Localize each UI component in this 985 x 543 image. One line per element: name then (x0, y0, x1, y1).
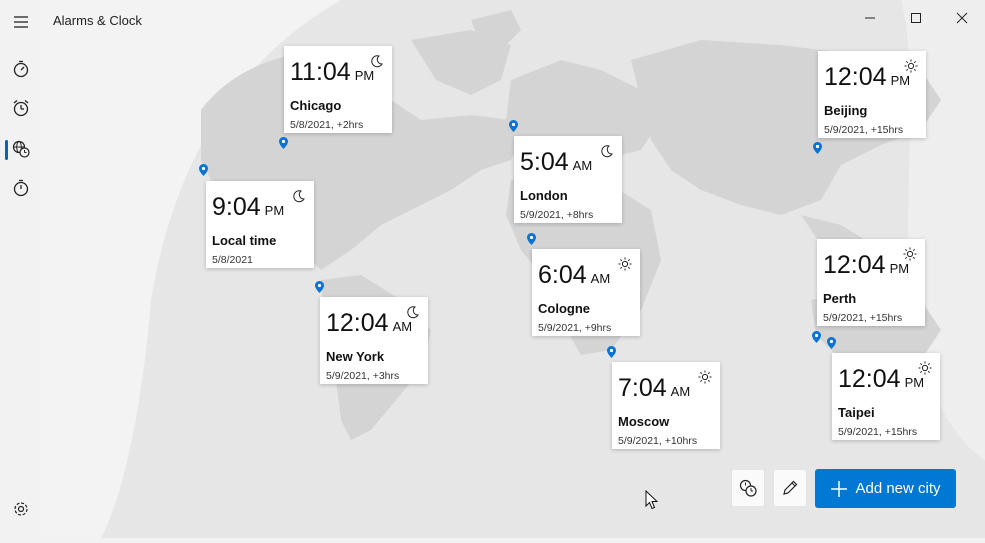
alarm-clock-icon (13, 100, 28, 117)
title-bar: Alarms & Clock (0, 0, 985, 40)
gear-icon (13, 502, 28, 516)
city-date-offset: 5/9/2021, +15hrs (823, 312, 903, 324)
add-new-city-button[interactable]: Add new city (815, 469, 956, 508)
compare-time-icon (739, 479, 757, 497)
city-date-offset: 5/9/2021, +9hrs (538, 322, 612, 334)
city-name: Local time (212, 233, 277, 248)
plus-icon (831, 480, 848, 497)
moon-icon (293, 190, 305, 203)
city-name: New York (326, 349, 385, 364)
city-date-offset: 5/9/2021, +10hrs (618, 435, 698, 447)
map-pin-icon[interactable] (813, 142, 822, 154)
add-new-city-label: Add new city (855, 480, 941, 497)
city-card-beijing[interactable]: 12:04 PM Beijing 5/9/2021, +15hrs (818, 51, 926, 138)
city-name: Taipei (838, 405, 875, 420)
city-name: Moscow (618, 414, 670, 429)
stopwatch-icon (13, 179, 28, 197)
city-name: Cologne (538, 301, 590, 316)
city-date-offset: 5/9/2021, +15hrs (824, 124, 904, 136)
map-pin-icon[interactable] (199, 164, 208, 176)
city-name: London (520, 188, 568, 203)
minimize-icon (865, 17, 875, 19)
map-pin-icon[interactable] (827, 337, 836, 349)
city-name: Beijing (824, 103, 868, 118)
mouse-cursor-icon (645, 490, 659, 510)
map-pin-icon[interactable] (527, 233, 536, 245)
edit-button[interactable] (773, 469, 807, 507)
city-date-offset: 5/9/2021, +15hrs (838, 426, 918, 438)
sun-icon (618, 257, 632, 271)
pencil-icon (783, 480, 798, 495)
map-pin-icon[interactable] (509, 120, 518, 132)
map-pin-icon[interactable] (279, 137, 288, 149)
city-date-offset: 5/9/2021, +8hrs (520, 209, 594, 221)
sidebar (0, 0, 41, 538)
city-card-new-york[interactable]: 12:04 AM New York 5/9/2021, +3hrs (320, 297, 428, 384)
map-pin-icon[interactable] (315, 281, 324, 293)
city-card-cologne[interactable]: 6:04 AM Cologne 5/9/2021, +9hrs (532, 249, 640, 336)
maximize-icon (911, 13, 921, 23)
stopwatch-icon (13, 60, 28, 78)
city-date-offset: 5/8/2021 (212, 254, 253, 266)
map-pin-icon[interactable] (607, 346, 616, 358)
moon-icon (371, 55, 383, 68)
city-card-moscow[interactable]: 7:04 AM Moscow 5/9/2021, +10hrs (612, 362, 720, 449)
compare-time-button[interactable] (731, 469, 765, 507)
close-icon (956, 12, 968, 24)
menu-button[interactable] (0, 3, 41, 41)
city-name: Chicago (290, 98, 342, 113)
sidebar-item-stopwatch[interactable] (0, 169, 41, 207)
sun-icon (918, 361, 932, 375)
hamburger-icon (13, 16, 28, 28)
maximize-button[interactable] (893, 0, 939, 36)
close-button[interactable] (939, 0, 985, 36)
sidebar-item-focus[interactable] (0, 50, 41, 88)
city-card-taipei[interactable]: 12:04 PM Taipei 5/9/2021, +15hrs (832, 353, 940, 440)
app-title: Alarms & Clock (53, 13, 142, 28)
world-clock-icon (12, 140, 30, 158)
sidebar-item-world-clock[interactable] (0, 130, 41, 168)
minimize-button[interactable] (847, 0, 893, 36)
city-card-london[interactable]: 5:04 AM London 5/9/2021, +8hrs (514, 136, 622, 223)
city-card-local-time[interactable]: 9:04 PM Local time 5/8/2021 (206, 181, 314, 268)
city-date-offset: 5/8/2021, +2hrs (290, 119, 364, 131)
city-card-perth[interactable]: 12:04 PM Perth 5/9/2021, +15hrs (817, 239, 925, 326)
sidebar-item-alarm[interactable] (0, 89, 41, 127)
sun-icon (698, 370, 712, 384)
moon-icon (601, 145, 613, 158)
sidebar-item-settings[interactable] (0, 490, 41, 528)
city-name: Perth (823, 291, 857, 306)
city-date-offset: 5/9/2021, +3hrs (326, 370, 400, 382)
moon-icon (407, 306, 419, 319)
map-pin-icon[interactable] (812, 331, 821, 343)
city-card-chicago[interactable]: 11:04 PM Chicago 5/8/2021, +2hrs (284, 46, 392, 133)
sun-icon (903, 247, 917, 261)
sun-icon (904, 59, 918, 73)
